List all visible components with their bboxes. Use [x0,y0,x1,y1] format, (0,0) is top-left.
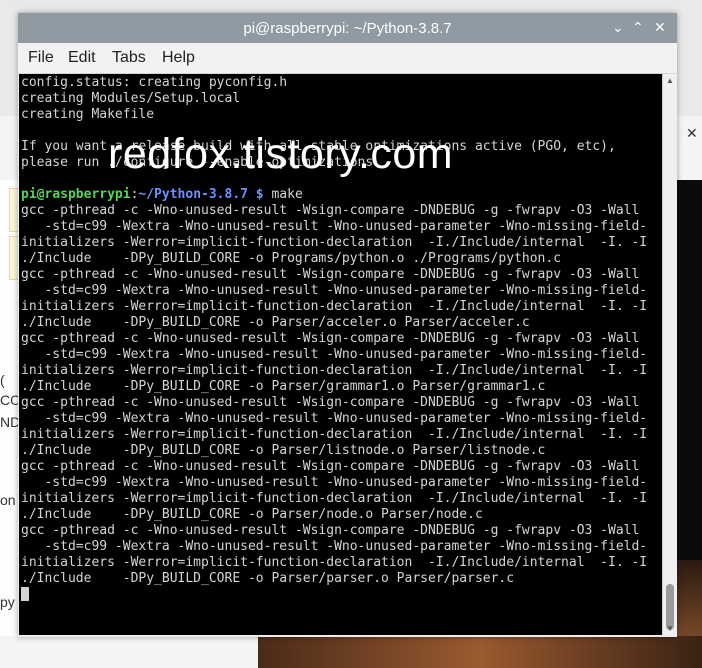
terminal-line: ./Include -DPy_BUILD_CORE -o Parser/node… [21,507,483,522]
prompt-path: ~/Python-3.8.7 $ [138,187,264,202]
terminal-window: pi@raspberrypi: ~/Python-3.8.7 ⌄ ⌃ ✕ Fil… [18,13,677,637]
background-close-icon[interactable]: ✕ [686,126,698,142]
menu-file[interactable]: File [28,49,54,67]
menu-edit[interactable]: Edit [68,49,96,67]
terminal-line: gcc -pthread -c -Wno-unused-result -Wsig… [21,331,640,346]
terminal-line: initializers -Werror=implicit-function-d… [21,555,648,570]
terminal-line: -std=c99 -Wextra -Wno-unused-result -Wno… [21,539,648,554]
terminal-line: -std=c99 -Wextra -Wno-unused-result -Wno… [21,219,648,234]
terminal-line: creating Modules/Setup.local [21,91,241,106]
menu-bar: File Edit Tabs Help [18,43,677,74]
prompt-user: pi@raspberrypi [21,187,131,202]
terminal-line: -std=c99 -Wextra -Wno-unused-result -Wno… [21,283,648,298]
prompt-command: make [263,187,303,202]
watermark-text: redfox.tistory.com [108,130,454,178]
terminal-line: ./Include -DPy_BUILD_CORE -o Parser/list… [21,443,546,458]
terminal-line: ./Include -DPy_BUILD_CORE -o Parser/acce… [21,315,530,330]
terminal-prompt-line: pi@raspberrypi:~/Python-3.8.7 $ make [21,187,647,203]
terminal-line: gcc -pthread -c -Wno-unused-result -Wsig… [21,523,640,538]
terminal-line: ./Include -DPy_BUILD_CORE -o Programs/py… [21,251,562,266]
menu-tabs[interactable]: Tabs [112,49,146,67]
terminal-line: ./Include -DPy_BUILD_CORE -o Parser/pars… [21,571,515,586]
terminal-line: gcc -pthread -c -Wno-unused-result -Wsig… [21,459,640,474]
minimize-icon[interactable]: ⌄ [612,19,624,37]
terminal-scrollbar[interactable]: ▲ ▼ [662,74,677,635]
terminal-line: gcc -pthread -c -Wno-unused-result -Wsig… [21,395,640,410]
window-titlebar[interactable]: pi@raspberrypi: ~/Python-3.8.7 ⌄ ⌃ ✕ [18,13,677,43]
terminal-cursor [21,587,29,601]
terminal-line: -std=c99 -Wextra -Wno-unused-result -Wno… [21,411,648,426]
terminal-line: initializers -Werror=implicit-function-d… [21,363,648,378]
terminal-line: ./Include -DPy_BUILD_CORE -o Parser/gram… [21,379,546,394]
terminal-line: initializers -Werror=implicit-function-d… [21,299,648,314]
menu-help[interactable]: Help [162,49,195,67]
close-icon[interactable]: ✕ [654,19,666,37]
window-title: pi@raspberrypi: ~/Python-3.8.7 [243,20,452,37]
scroll-up-icon[interactable]: ▲ [666,76,674,85]
background-text-fragment: py [0,594,15,610]
terminal-line: config.status: creating pyconfig.h [21,75,288,90]
scroll-down-icon[interactable]: ▼ [666,624,674,633]
terminal-line: initializers -Werror=implicit-function-d… [21,491,648,506]
terminal-line: gcc -pthread -c -Wno-unused-result -Wsig… [21,203,640,218]
terminal-line: -std=c99 -Wextra -Wno-unused-result -Wno… [21,475,648,490]
background-text-fragment: on [0,492,16,508]
terminal-line: initializers -Werror=implicit-function-d… [21,427,648,442]
maximize-icon[interactable]: ⌃ [632,19,644,37]
background-text-fragment: ( [0,372,5,388]
terminal-line: gcc -pthread -c -Wno-unused-result -Wsig… [21,267,640,282]
terminal-line: creating Makefile [21,107,155,122]
terminal-line: initializers -Werror=implicit-function-d… [21,235,648,250]
desktop-wallpaper [258,636,702,668]
desktop-wallpaper [676,560,702,640]
terminal-cursor-line [21,587,647,604]
terminal-line: -std=c99 -Wextra -Wno-unused-result -Wno… [21,347,648,362]
